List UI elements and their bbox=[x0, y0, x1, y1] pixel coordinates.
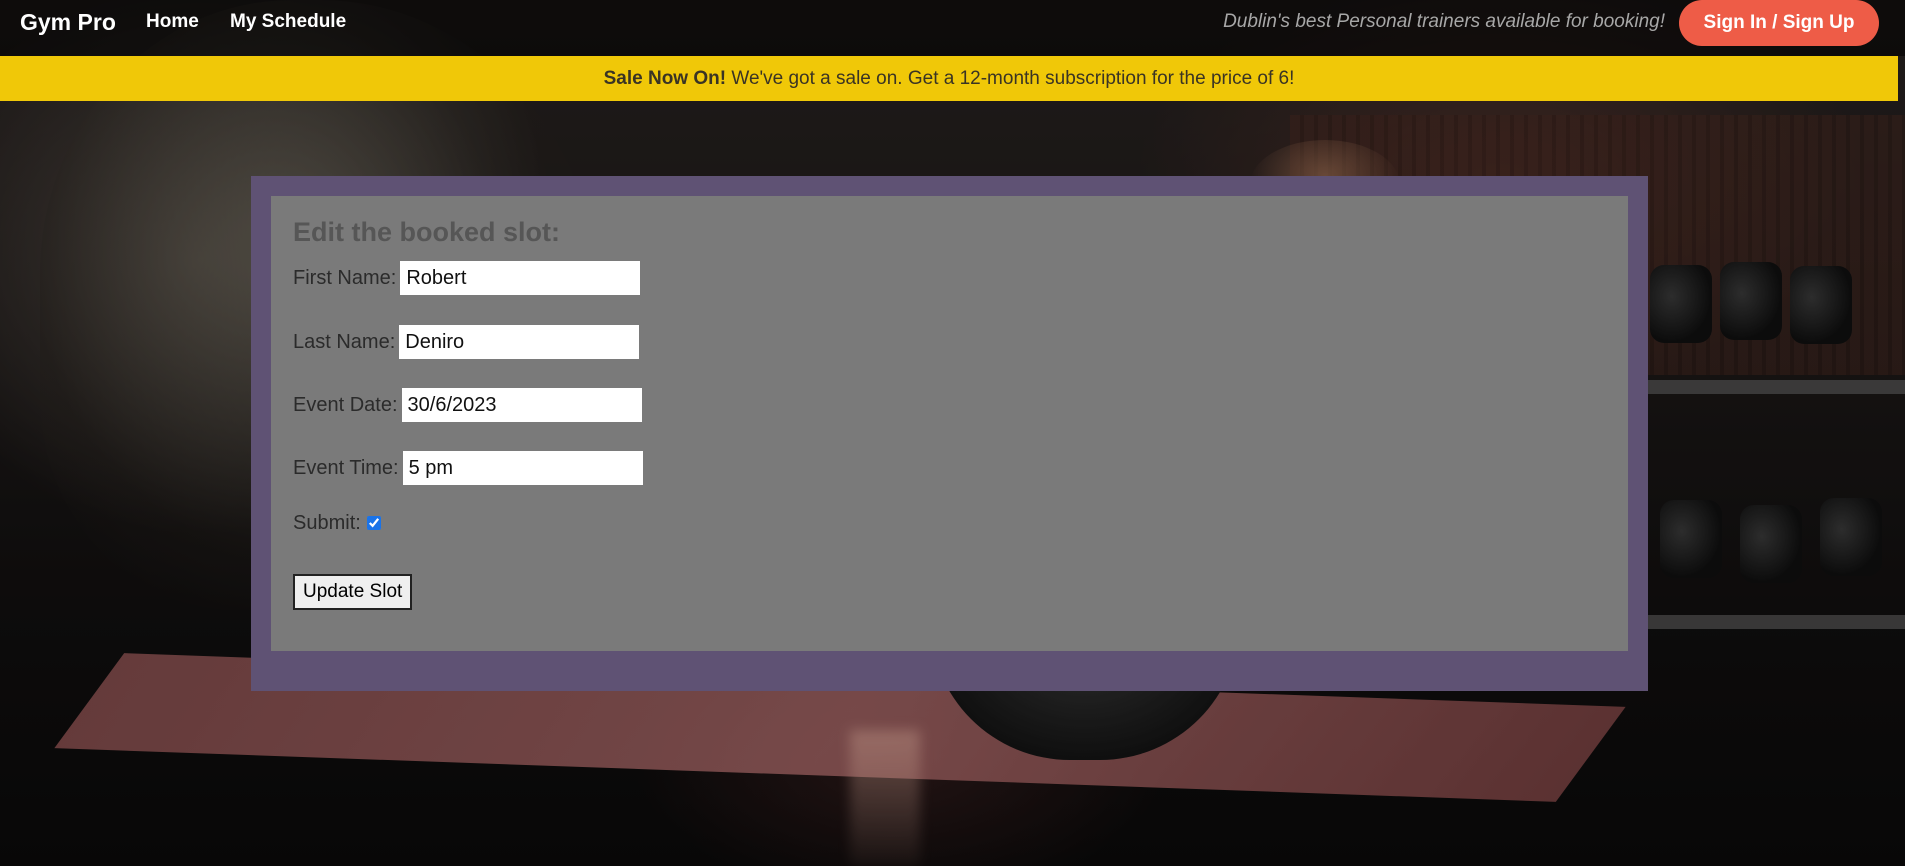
brand-logo-link[interactable]: Gym Pro bbox=[20, 9, 116, 36]
event-time-row: Event Time: bbox=[293, 450, 643, 486]
update-slot-button[interactable]: Update Slot bbox=[293, 574, 413, 610]
event-date-input[interactable] bbox=[401, 388, 642, 422]
event-date-label: Event Date: bbox=[293, 393, 398, 416]
sign-in-sign-up-button[interactable]: Sign In / Sign Up bbox=[1679, 0, 1879, 46]
nav-link-home[interactable]: Home bbox=[146, 11, 199, 33]
last-name-row: Last Name: bbox=[293, 324, 640, 360]
submit-label: Submit: bbox=[293, 511, 361, 534]
edit-slot-form: Edit the booked slot: First Name: Last N… bbox=[271, 196, 1628, 651]
first-name-row: First Name: bbox=[293, 260, 641, 296]
first-name-input[interactable] bbox=[400, 261, 641, 295]
top-navbar: Gym Pro Home My Schedule Dublin's best P… bbox=[0, 0, 1905, 56]
edit-slot-card: Edit the booked slot: First Name: Last N… bbox=[251, 176, 1648, 691]
event-time-input[interactable] bbox=[402, 451, 643, 485]
event-date-row: Event Date: bbox=[293, 387, 642, 423]
nav-tagline: Dublin's best Personal trainers availabl… bbox=[1223, 11, 1665, 32]
first-name-label: First Name: bbox=[293, 266, 397, 289]
last-name-label: Last Name: bbox=[293, 330, 396, 353]
sale-banner-headline: Sale Now On! bbox=[603, 68, 727, 89]
submit-row: Submit: bbox=[293, 505, 381, 541]
nav-link-my-schedule[interactable]: My Schedule bbox=[230, 11, 346, 33]
sale-banner: Sale Now On! We've got a sale on. Get a … bbox=[0, 56, 1898, 101]
event-time-label: Event Time: bbox=[293, 456, 399, 479]
last-name-input[interactable] bbox=[399, 325, 640, 359]
submit-checkbox[interactable] bbox=[366, 516, 381, 530]
form-title: Edit the booked slot: bbox=[293, 217, 560, 247]
sale-banner-text: We've got a sale on. Get a 12-month subs… bbox=[726, 68, 1295, 89]
